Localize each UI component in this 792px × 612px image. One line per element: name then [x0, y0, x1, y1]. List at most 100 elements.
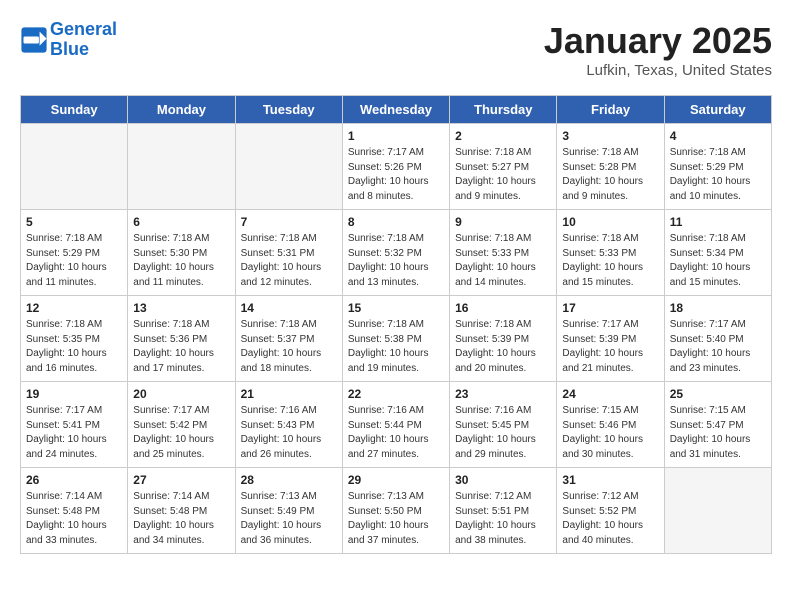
day-number: 31: [562, 473, 658, 487]
calendar-day-cell: 31 Sunrise: 7:12 AM Sunset: 5:52 PM Dayli…: [557, 468, 664, 554]
day-number: 7: [241, 215, 337, 229]
day-detail: Sunrise: 7:17 AM Sunset: 5:42 PM Dayligh…: [133, 404, 229, 462]
calendar-body: 1 Sunrise: 7:17 AM Sunset: 5:26 PM Daylig…: [21, 124, 772, 554]
day-number: 6: [133, 215, 229, 229]
calendar-day-cell: 17Sunrise: 7:17 AM Sunset: 5:39 PM Dayli…: [557, 296, 664, 382]
calendar-day-cell: 15Sunrise: 7:18 AM Sunset: 5:38 PM Dayli…: [342, 296, 449, 382]
day-detail: Sunrise: 7:16 AM Sunset: 5:44 PM Dayligh…: [348, 404, 444, 462]
logo-text-blue: Blue: [50, 39, 89, 59]
weekday-header-sunday: Sunday: [21, 96, 128, 124]
day-detail: Sunrise: 7:17 AM Sunset: 5:40 PM Dayligh…: [670, 318, 766, 376]
weekday-header-saturday: Saturday: [664, 96, 771, 124]
day-number: 9: [455, 215, 551, 229]
day-detail: Sunrise: 7:18 AM Sunset: 5:29 PM Dayligh…: [670, 146, 766, 204]
calendar-day-cell: 10 Sunrise: 7:18 AM Sunset: 5:33 PM Dayli…: [557, 210, 664, 296]
day-detail: Sunrise: 7:12 AM Sunset: 5:52 PM Dayligh…: [562, 490, 658, 548]
day-number: 3: [562, 129, 658, 143]
day-number: 11: [670, 215, 766, 229]
calendar-day-cell: 18 Sunrise: 7:17 AM Sunset: 5:40 PM Dayli…: [664, 296, 771, 382]
calendar-day-cell: 5 Sunrise: 7:18 AM Sunset: 5:29 PM Daylig…: [21, 210, 128, 296]
calendar-day-cell: 29Sunrise: 7:13 AM Sunset: 5:50 PM Dayli…: [342, 468, 449, 554]
logo-text-general: General: [50, 19, 117, 39]
day-number: 5: [26, 215, 122, 229]
day-detail: Sunrise: 7:18 AM Sunset: 5:39 PM Dayligh…: [455, 318, 551, 376]
calendar-day-cell: 23Sunrise: 7:16 AM Sunset: 5:45 PM Dayli…: [450, 382, 557, 468]
calendar-day-cell: 11 Sunrise: 7:18 AM Sunset: 5:34 PM Dayli…: [664, 210, 771, 296]
weekday-header-tuesday: Tuesday: [235, 96, 342, 124]
day-number: 8: [348, 215, 444, 229]
day-number: 14: [241, 301, 337, 315]
calendar-day-cell: [235, 124, 342, 210]
calendar-week-row: 1 Sunrise: 7:17 AM Sunset: 5:26 PM Daylig…: [21, 124, 772, 210]
calendar-day-cell: 24 Sunrise: 7:15 AM Sunset: 5:46 PM Dayli…: [557, 382, 664, 468]
day-number: 12: [26, 301, 122, 315]
calendar-table: SundayMondayTuesdayWednesdayThursdayFrid…: [20, 95, 772, 554]
day-detail: Sunrise: 7:18 AM Sunset: 5:35 PM Dayligh…: [26, 318, 122, 376]
calendar-day-cell: 7 Sunrise: 7:18 AM Sunset: 5:31 PM Daylig…: [235, 210, 342, 296]
calendar-day-cell: [128, 124, 235, 210]
logo: General Blue: [20, 20, 117, 60]
day-detail: Sunrise: 7:18 AM Sunset: 5:33 PM Dayligh…: [562, 232, 658, 290]
day-detail: Sunrise: 7:16 AM Sunset: 5:43 PM Dayligh…: [241, 404, 337, 462]
weekday-header-row: SundayMondayTuesdayWednesdayThursdayFrid…: [21, 96, 772, 124]
day-detail: Sunrise: 7:17 AM Sunset: 5:26 PM Dayligh…: [348, 146, 444, 204]
day-detail: Sunrise: 7:17 AM Sunset: 5:41 PM Dayligh…: [26, 404, 122, 462]
calendar-week-row: 5 Sunrise: 7:18 AM Sunset: 5:29 PM Daylig…: [21, 210, 772, 296]
calendar-day-cell: 12 Sunrise: 7:18 AM Sunset: 5:35 PM Dayli…: [21, 296, 128, 382]
day-number: 19: [26, 387, 122, 401]
calendar-day-cell: 14 Sunrise: 7:18 AM Sunset: 5:37 PM Dayli…: [235, 296, 342, 382]
calendar-day-cell: 27 Sunrise: 7:14 AM Sunset: 5:48 PM Dayli…: [128, 468, 235, 554]
calendar-day-cell: 8 Sunrise: 7:18 AM Sunset: 5:32 PM Daylig…: [342, 210, 449, 296]
calendar-day-cell: [21, 124, 128, 210]
weekday-header-friday: Friday: [557, 96, 664, 124]
day-number: 25: [670, 387, 766, 401]
day-number: 20: [133, 387, 229, 401]
calendar-title: January 2025: [544, 20, 772, 62]
day-detail: Sunrise: 7:18 AM Sunset: 5:36 PM Dayligh…: [133, 318, 229, 376]
day-number: 30: [455, 473, 551, 487]
calendar-day-cell: 9 Sunrise: 7:18 AM Sunset: 5:33 PM Daylig…: [450, 210, 557, 296]
day-detail: Sunrise: 7:14 AM Sunset: 5:48 PM Dayligh…: [133, 490, 229, 548]
calendar-day-cell: 22 Sunrise: 7:16 AM Sunset: 5:44 PM Dayli…: [342, 382, 449, 468]
day-number: 22: [348, 387, 444, 401]
day-detail: Sunrise: 7:14 AM Sunset: 5:48 PM Dayligh…: [26, 490, 122, 548]
day-detail: Sunrise: 7:18 AM Sunset: 5:37 PM Dayligh…: [241, 318, 337, 376]
day-detail: Sunrise: 7:18 AM Sunset: 5:31 PM Dayligh…: [241, 232, 337, 290]
weekday-header-wednesday: Wednesday: [342, 96, 449, 124]
day-number: 4: [670, 129, 766, 143]
calendar-day-cell: 28Sunrise: 7:13 AM Sunset: 5:49 PM Dayli…: [235, 468, 342, 554]
day-detail: Sunrise: 7:13 AM Sunset: 5:50 PM Dayligh…: [348, 490, 444, 548]
day-number: 28: [241, 473, 337, 487]
day-number: 15: [348, 301, 444, 315]
page-header: General Blue January 2025 Lufkin, Texas,…: [20, 20, 772, 79]
day-detail: Sunrise: 7:18 AM Sunset: 5:33 PM Dayligh…: [455, 232, 551, 290]
calendar-day-cell: 20 Sunrise: 7:17 AM Sunset: 5:42 PM Dayli…: [128, 382, 235, 468]
calendar-day-cell: 30 Sunrise: 7:12 AM Sunset: 5:51 PM Dayli…: [450, 468, 557, 554]
day-number: 2: [455, 129, 551, 143]
day-number: 10: [562, 215, 658, 229]
weekday-header-thursday: Thursday: [450, 96, 557, 124]
calendar-subtitle: Lufkin, Texas, United States: [544, 62, 772, 79]
calendar-day-cell: 3Sunrise: 7:18 AM Sunset: 5:28 PM Daylig…: [557, 124, 664, 210]
day-detail: Sunrise: 7:16 AM Sunset: 5:45 PM Dayligh…: [455, 404, 551, 462]
day-detail: Sunrise: 7:18 AM Sunset: 5:34 PM Dayligh…: [670, 232, 766, 290]
day-number: 13: [133, 301, 229, 315]
day-detail: Sunrise: 7:18 AM Sunset: 5:29 PM Dayligh…: [26, 232, 122, 290]
day-number: 1: [348, 129, 444, 143]
calendar-day-cell: 4 Sunrise: 7:18 AM Sunset: 5:29 PM Daylig…: [664, 124, 771, 210]
day-number: 27: [133, 473, 229, 487]
logo-icon: [20, 26, 48, 54]
day-number: 18: [670, 301, 766, 315]
title-block: January 2025 Lufkin, Texas, United State…: [544, 20, 772, 79]
calendar-week-row: 12 Sunrise: 7:18 AM Sunset: 5:35 PM Dayli…: [21, 296, 772, 382]
calendar-day-cell: 21Sunrise: 7:16 AM Sunset: 5:43 PM Dayli…: [235, 382, 342, 468]
calendar-day-cell: 19 Sunrise: 7:17 AM Sunset: 5:41 PM Dayli…: [21, 382, 128, 468]
calendar-day-cell: [664, 468, 771, 554]
calendar-day-cell: 13 Sunrise: 7:18 AM Sunset: 5:36 PM Dayli…: [128, 296, 235, 382]
calendar-day-cell: 26Sunrise: 7:14 AM Sunset: 5:48 PM Dayli…: [21, 468, 128, 554]
day-detail: Sunrise: 7:12 AM Sunset: 5:51 PM Dayligh…: [455, 490, 551, 548]
day-number: 24: [562, 387, 658, 401]
day-detail: Sunrise: 7:18 AM Sunset: 5:30 PM Dayligh…: [133, 232, 229, 290]
day-detail: Sunrise: 7:18 AM Sunset: 5:32 PM Dayligh…: [348, 232, 444, 290]
day-detail: Sunrise: 7:15 AM Sunset: 5:46 PM Dayligh…: [562, 404, 658, 462]
